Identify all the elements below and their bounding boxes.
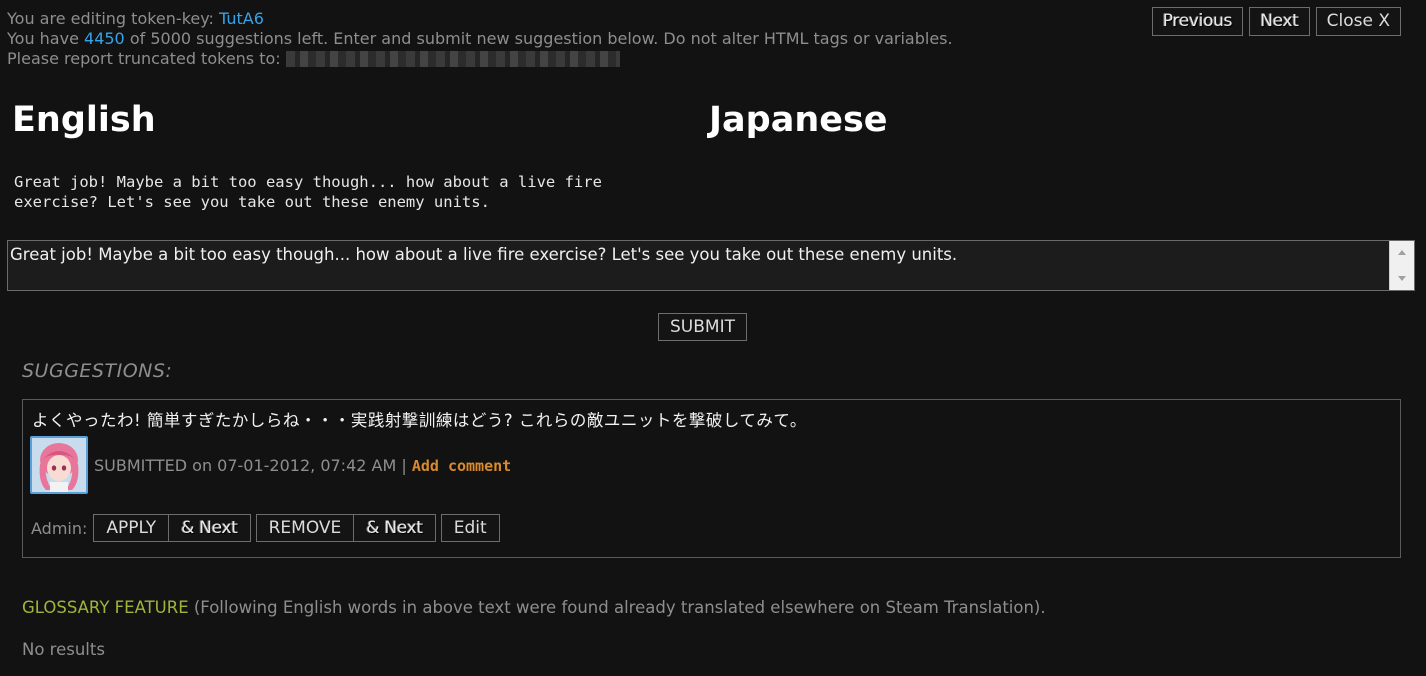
apply-group: APPLY & Next: [93, 514, 251, 542]
user-avatar[interactable]: [30, 436, 88, 494]
suggestions-prefix: You have: [7, 29, 85, 48]
submit-area: SUBMIT: [658, 313, 747, 341]
suggestions-suffix: of 5000 suggestions left. Enter and subm…: [124, 29, 953, 48]
editing-line: You are editing token-key: TutA6: [7, 9, 953, 29]
translation-editor-page: You are editing token-key: TutA6 You hav…: [0, 0, 1426, 676]
avatar-portrait-icon: [32, 438, 86, 492]
editing-prefix: You are editing token-key:: [7, 9, 220, 28]
remove-group: REMOVE & Next: [255, 514, 436, 542]
glossary-description: (Following English words in above text w…: [188, 598, 1046, 617]
source-language-heading: English: [12, 100, 156, 140]
edit-button[interactable]: Edit: [440, 514, 500, 542]
token-key: TutA6: [219, 9, 264, 28]
glossary-results: No results: [22, 640, 105, 659]
suggestions-count-line: You have 4450 of 5000 suggestions left. …: [7, 29, 953, 49]
report-text: Please report truncated tokens to:: [7, 49, 286, 68]
suggestions-heading: SUGGESTIONS:: [22, 360, 173, 382]
suggestion-textarea[interactable]: Great job! Maybe a bit too easy though..…: [8, 241, 1390, 290]
submit-button[interactable]: SUBMIT: [658, 313, 747, 341]
apply-button[interactable]: APPLY: [93, 514, 170, 542]
remove-button[interactable]: REMOVE: [255, 514, 355, 542]
apply-and-next-button[interactable]: & Next: [169, 514, 251, 542]
target-language-heading: Japanese: [709, 100, 888, 140]
suggestion-meta: SUBMITTED on 07-01-2012, 07:42 AM | Add …: [94, 456, 511, 475]
suggestions-left-count: 4450: [84, 29, 125, 48]
token-info: You are editing token-key: TutA6 You hav…: [7, 9, 953, 69]
scroll-down-arrow-icon[interactable]: [1398, 276, 1406, 281]
admin-controls: Admin: APPLY & Next REMOVE & Next Edit: [31, 514, 500, 542]
editor-scrollbar[interactable]: [1389, 241, 1414, 290]
submitted-timestamp: SUBMITTED on 07-01-2012, 07:42 AM: [94, 456, 397, 475]
remove-and-next-button[interactable]: & Next: [354, 514, 436, 542]
close-button[interactable]: Close X: [1315, 7, 1401, 36]
top-navigation: Previous Next Close X: [1151, 7, 1401, 36]
meta-separator: |: [396, 456, 412, 475]
suggestion-text: よくやったわ! 簡単すぎたかしらね・・・実践射撃訓練はどう? これらの敵ユニット…: [32, 411, 807, 430]
previous-button[interactable]: Previous: [1151, 7, 1244, 36]
scroll-up-arrow-icon[interactable]: [1398, 250, 1406, 255]
glossary-title: GLOSSARY FEATURE: [22, 598, 189, 617]
report-line: Please report truncated tokens to:: [7, 49, 953, 69]
source-text: Great job! Maybe a bit too easy though..…: [14, 173, 602, 211]
next-button[interactable]: Next: [1249, 7, 1310, 36]
admin-label: Admin:: [31, 518, 88, 538]
add-comment-link[interactable]: Add comment: [412, 457, 511, 475]
suggestion-item: よくやったわ! 簡単すぎたかしらね・・・実践射撃訓練はどう? これらの敵ユニット…: [22, 399, 1401, 558]
suggestion-editor: Great job! Maybe a bit too easy though..…: [7, 240, 1415, 291]
redacted-email: [285, 51, 620, 67]
glossary-line: GLOSSARY FEATURE (Following English word…: [22, 598, 1046, 617]
